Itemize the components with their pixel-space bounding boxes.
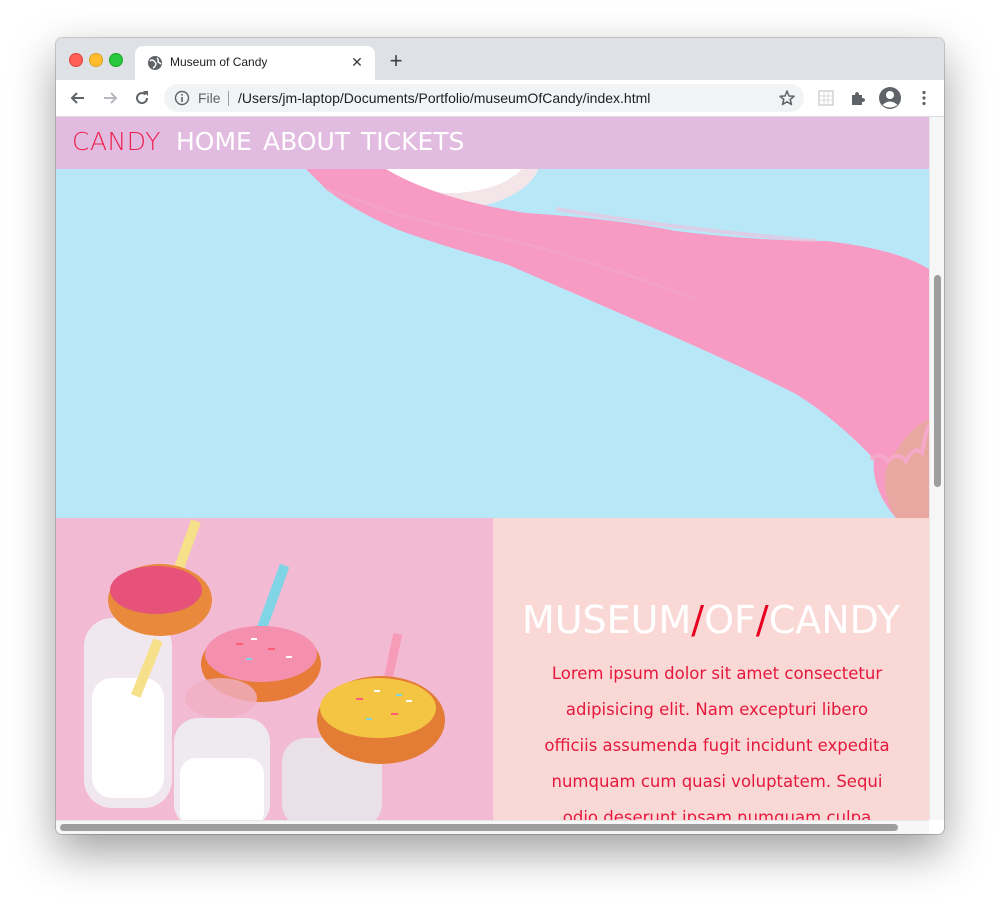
- horizontal-scrollbar[interactable]: [56, 820, 929, 834]
- back-arrow-icon[interactable]: [68, 88, 88, 108]
- site-navbar: CANDY HOME ABOUT TICKETS: [56, 117, 929, 169]
- title-slash-1: /: [691, 598, 705, 642]
- url-text[interactable]: /Users/jm-laptop/Documents/Portfolio/mus…: [238, 90, 650, 106]
- url-divider: [228, 91, 229, 106]
- nav-link-about[interactable]: ABOUT: [263, 127, 350, 156]
- address-bar[interactable]: File /Users/jm-laptop/Documents/Portfoli…: [164, 84, 804, 112]
- nav-link-tickets[interactable]: TICKETS: [361, 127, 464, 156]
- feature-section: MUSEUM/OF/CANDY Lorem ipsum dolor sit am…: [56, 518, 929, 820]
- star-icon[interactable]: [778, 89, 796, 107]
- donut-milk-image: [56, 518, 493, 820]
- close-icon[interactable]: ✕: [349, 54, 365, 70]
- vertical-scroll-thumb[interactable]: [934, 275, 941, 487]
- info-icon[interactable]: [174, 90, 190, 106]
- url-scheme: File: [198, 90, 221, 106]
- horizontal-scroll-thumb[interactable]: [60, 824, 898, 831]
- nav-link-home[interactable]: HOME: [176, 127, 252, 156]
- feature-body-text: Lorem ipsum dolor sit amet consectetur a…: [544, 664, 890, 820]
- browser-window: Museum of Candy ✕ + File /Users/jm-lapto…: [56, 38, 944, 834]
- tab-title: Museum of Candy: [170, 55, 268, 69]
- reload-icon[interactable]: [132, 88, 152, 108]
- tab-strip: Museum of Candy ✕ +: [56, 38, 944, 80]
- vertical-scrollbar[interactable]: [929, 117, 944, 820]
- title-word-museum: MUSEUM: [521, 598, 692, 642]
- brand-logo-link[interactable]: CANDY: [72, 127, 161, 156]
- hero-banner: [56, 169, 929, 518]
- title-word-candy: CANDY: [768, 598, 901, 642]
- feature-info-panel: MUSEUM/OF/CANDY Lorem ipsum dolor sit am…: [493, 518, 929, 820]
- page-viewport: CANDY HOME ABOUT TICKETS MUSEUM/OF/CANDY…: [56, 117, 929, 820]
- forward-arrow-icon[interactable]: [100, 88, 120, 108]
- browser-toolbar: File /Users/jm-laptop/Documents/Portfoli…: [56, 80, 944, 117]
- tab-museum-of-candy[interactable]: Museum of Candy ✕: [135, 46, 375, 80]
- close-window-button[interactable]: [69, 53, 83, 67]
- new-tab-button[interactable]: +: [386, 50, 406, 72]
- minimize-window-button[interactable]: [89, 53, 103, 67]
- feature-title: MUSEUM/OF/CANDY: [493, 598, 929, 642]
- kebab-menu-icon[interactable]: [914, 88, 934, 108]
- profile-avatar-icon[interactable]: [878, 86, 902, 110]
- hero-glove-image: [306, 169, 929, 518]
- extension-grid-icon[interactable]: [816, 88, 836, 108]
- title-slash-2: /: [755, 598, 769, 642]
- zoom-window-button[interactable]: [109, 53, 123, 67]
- title-word-of: OF: [704, 598, 756, 642]
- puzzle-icon[interactable]: [848, 88, 868, 108]
- globe-icon: [148, 56, 162, 70]
- donut-milk-photo: [56, 518, 493, 820]
